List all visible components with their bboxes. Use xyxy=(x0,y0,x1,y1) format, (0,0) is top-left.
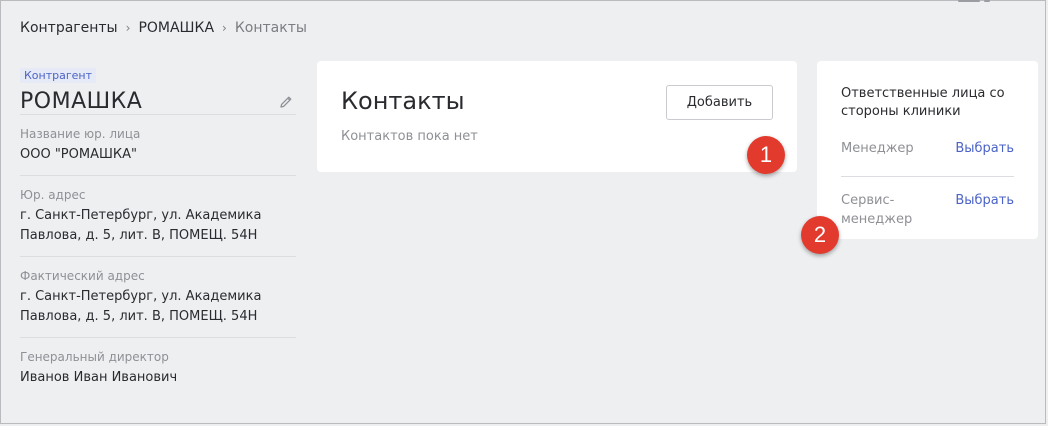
manager-label: Менеджер xyxy=(841,141,914,156)
actual-address-field: Фактический адрес г. Санкт-Петербург, ул… xyxy=(20,256,296,337)
responsible-persons-card: Ответственные лица со стороны клиники Ме… xyxy=(817,61,1038,239)
field-value: Иванов Иван Иванович xyxy=(20,370,178,385)
company-header: РОМАШКА xyxy=(20,89,296,114)
select-service-manager-link[interactable]: Выбрать xyxy=(955,191,1014,210)
service-manager-label: Сервис-менеджер xyxy=(841,193,913,227)
field-label: Генеральный директор xyxy=(20,350,169,364)
breadcrumb-item-current: Контакты xyxy=(234,20,307,36)
select-manager-link[interactable]: Выбрать xyxy=(955,139,1014,158)
add-contact-button[interactable]: Добавить xyxy=(666,85,773,120)
legal-name-field: Название юр. лица ООО "РОМАШКА" xyxy=(20,114,296,175)
legal-address-field: Юр. адрес г. Санкт-Петербург, ул. Академ… xyxy=(20,175,296,256)
responsible-title: Ответственные лица со стороны клиники xyxy=(841,86,1005,119)
breadcrumb-item-company[interactable]: РОМАШКА xyxy=(138,20,214,36)
field-value: ООО "РОМАШКА" xyxy=(20,147,137,162)
field-label: Название юр. лица xyxy=(20,127,141,141)
annotation-marker-2: 2 xyxy=(801,216,839,254)
service-manager-row: Сервис-менеджер Выбрать xyxy=(841,191,1014,229)
manager-row: Менеджер Выбрать xyxy=(841,139,1014,177)
breadcrumb: Контрагенты › РОМАШКА › Контакты xyxy=(20,20,307,36)
field-label: Юр. адрес xyxy=(20,188,86,202)
director-field: Генеральный директор Иванов Иван Иванови… xyxy=(20,337,296,398)
field-label: Фактический адрес xyxy=(20,269,145,283)
breadcrumb-separator: › xyxy=(125,21,131,35)
annotation-marker-1: 1 xyxy=(747,136,785,174)
breadcrumb-separator: › xyxy=(222,21,227,35)
top-edge-decoration xyxy=(958,0,1018,3)
contacts-card: Контакты Контактов пока нет Добавить xyxy=(317,61,797,172)
counterparty-tag: Контрагент xyxy=(20,68,97,83)
contacts-empty-text: Контактов пока нет xyxy=(341,129,478,144)
field-value: г. Санкт-Петербург, ул. Академика Павлов… xyxy=(20,289,262,324)
company-name: РОМАШКА xyxy=(20,89,143,114)
field-value: г. Санкт-Петербург, ул. Академика Павлов… xyxy=(20,208,262,243)
breadcrumb-item-counterparties[interactable]: Контрагенты xyxy=(20,20,118,36)
pencil-icon[interactable] xyxy=(278,94,294,110)
counterparty-info: Контрагент РОМАШКА Название юр. лица ООО… xyxy=(20,64,296,398)
